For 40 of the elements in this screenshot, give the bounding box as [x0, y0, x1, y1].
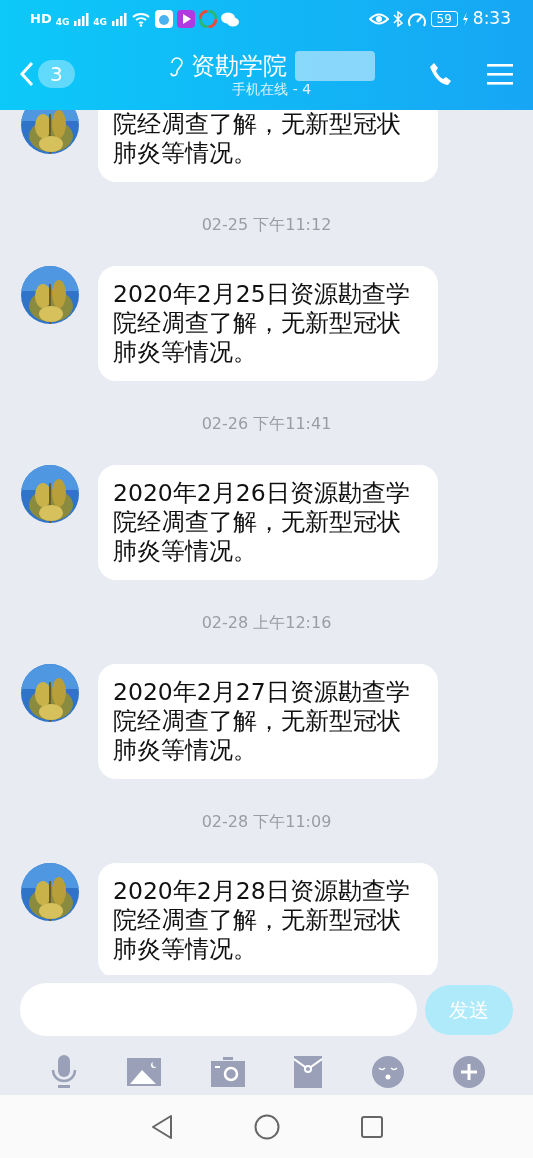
- charging-icon: [461, 12, 469, 26]
- timestamp: 02-28 下午11:09: [200, 812, 333, 832]
- unread-count: 3: [38, 60, 75, 88]
- recent-apps-icon[interactable]: [359, 1114, 384, 1139]
- network-label: 4G: [93, 16, 107, 30]
- signal-icon: [73, 12, 90, 26]
- menu-icon[interactable]: [487, 63, 513, 85]
- message-bubble: 院经凋查了解，无新型冠状肺炎等情况。: [98, 110, 438, 182]
- message-bubble: 2020年2月28日资源勘查学院经凋查了解，无新型冠状肺炎等情况。: [98, 863, 438, 975]
- app-icon: [177, 10, 195, 28]
- battery-level: 59: [430, 11, 458, 27]
- chat-bubbles-icon: [221, 11, 239, 27]
- app-icon: [155, 10, 173, 28]
- speedometer-icon: [406, 11, 427, 27]
- hd-label: HD: [30, 10, 52, 29]
- plus-icon[interactable]: [452, 1055, 485, 1088]
- phone-icon[interactable]: [429, 62, 453, 86]
- bluetooth-icon: [392, 11, 403, 27]
- message-bubble: 2020年2月26日资源勘查学院经凋查了解，无新型冠状肺炎等情况。: [98, 465, 438, 580]
- envelope-icon[interactable]: [294, 1055, 323, 1088]
- timestamp: 02-25 下午11:12: [200, 215, 333, 235]
- camera-icon[interactable]: [210, 1056, 245, 1087]
- message-bubble: 2020年2月25日资源勘查学院经凋查了解，无新型冠状肺炎等情况。: [98, 266, 438, 381]
- online-status: 手机在线 - 4: [232, 81, 312, 97]
- message-bubble: 2020年2月27日资源勘查学院经凋查了解，无新型冠状肺炎等情况。: [98, 664, 438, 779]
- chat-title: 资勘学院: [190, 52, 287, 80]
- eye-icon: [368, 12, 389, 26]
- timestamp: 02-26 下午11:41: [200, 414, 333, 434]
- network-label: 4G: [55, 16, 70, 30]
- ear-icon: [168, 55, 183, 77]
- app-icon: [199, 10, 217, 28]
- wifi-icon: [131, 11, 151, 27]
- back-icon[interactable]: [149, 1113, 174, 1140]
- signal-icon: [111, 12, 127, 26]
- clock: 8:33: [472, 7, 511, 31]
- microphone-icon[interactable]: [50, 1054, 78, 1089]
- home-icon[interactable]: [253, 1113, 280, 1140]
- image-icon[interactable]: [127, 1057, 162, 1086]
- face-icon[interactable]: [371, 1055, 404, 1088]
- timestamp: 02-28 上午12:16: [200, 613, 333, 633]
